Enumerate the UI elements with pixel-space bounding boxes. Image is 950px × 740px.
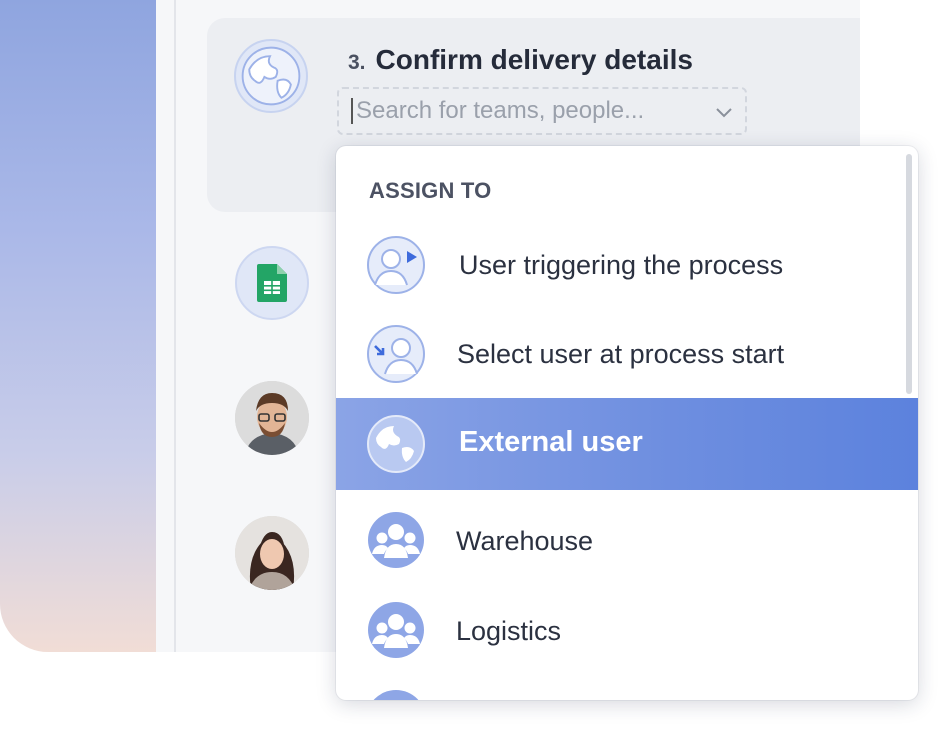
user-play-icon (366, 235, 426, 295)
option-label: External user (459, 426, 643, 458)
group-icon (366, 600, 426, 660)
group-icon (366, 510, 426, 570)
google-sheets-icon (235, 246, 309, 320)
text-caret (351, 98, 353, 124)
dropdown-scrollbar[interactable] (906, 154, 912, 394)
option-label: User triggering the process (459, 250, 784, 280)
user-select-icon (366, 324, 426, 384)
option-warehouse[interactable]: Warehouse (336, 496, 918, 586)
avatar-woman (235, 516, 309, 590)
step-title-text: Confirm delivery details (375, 44, 693, 75)
option-select-user-at-start[interactable]: Select user at process start (336, 310, 918, 400)
option-partial-next[interactable] (336, 676, 918, 700)
option-user-triggering[interactable]: User triggering the process (336, 220, 918, 310)
option-label: Select user at process start (457, 339, 785, 369)
step-title: 3. Confirm delivery details (348, 44, 693, 76)
option-external-user[interactable]: External user (336, 398, 918, 490)
step-number: 3. (348, 51, 366, 74)
card-divider (174, 0, 176, 652)
background-gradient-panel (0, 0, 180, 652)
globe-icon (234, 39, 308, 113)
avatar-man (235, 381, 309, 455)
option-label: Logistics (456, 616, 562, 646)
assignee-search-input[interactable]: Search for teams, people... (337, 87, 747, 135)
group-icon (366, 690, 426, 700)
option-logistics[interactable]: Logistics (336, 586, 918, 676)
option-label: Warehouse (456, 526, 594, 556)
search-placeholder: Search for teams, people... (356, 97, 645, 124)
dropdown-header: ASSIGN TO (369, 178, 492, 203)
assign-dropdown-menu: ASSIGN TO User triggering the process Se… (336, 146, 918, 700)
globe-icon (366, 414, 426, 474)
chevron-down-icon[interactable] (713, 101, 735, 128)
